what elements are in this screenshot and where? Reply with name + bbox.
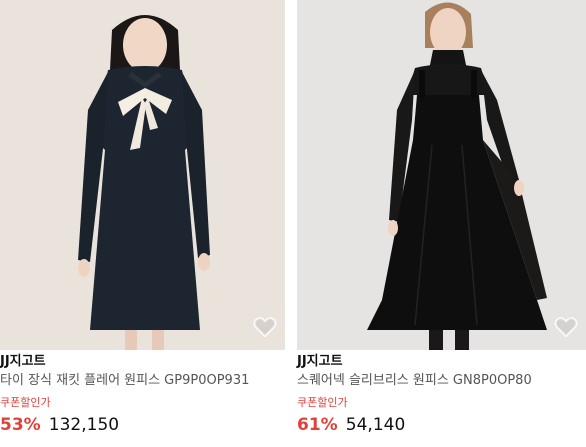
brand-name[interactable]: JJ지고트 [0, 352, 285, 370]
discount-rate: 61% [297, 415, 338, 435]
model-photo [0, 0, 285, 350]
model-photo [297, 0, 586, 350]
product-card[interactable]: JJ지고트 스퀘어넥 슬리브리스 원피스 GN8P0OP80 쿠폰할인가 61%… [297, 0, 586, 447]
coupon-price-label: 쿠폰할인가 [297, 396, 348, 409]
product-grid: JJ지고트 타이 장식 재킷 플레어 원피스 GP9P0OP931 쿠폰할인가 … [0, 0, 586, 447]
product-image[interactable] [297, 0, 586, 350]
wishlist-heart-icon[interactable] [554, 316, 578, 338]
product-info: JJ지고트 스퀘어넥 슬리브리스 원피스 GN8P0OP80 쿠폰할인가 61%… [297, 352, 586, 438]
sale-price: 132,150 [48, 415, 120, 435]
product-info: JJ지고트 타이 장식 재킷 플레어 원피스 GP9P0OP931 쿠폰할인가 … [0, 352, 285, 438]
discount-rate: 53% [0, 415, 41, 435]
sale-price: 54,140 [345, 415, 406, 435]
product-name[interactable]: 타이 장식 재킷 플레어 원피스 GP9P0OP931 [0, 370, 285, 392]
brand-name[interactable]: JJ지고트 [297, 352, 586, 370]
product-name[interactable]: 스퀘어넥 슬리브리스 원피스 GN8P0OP80 [297, 370, 586, 392]
wishlist-heart-icon[interactable] [253, 316, 277, 338]
product-card[interactable]: JJ지고트 타이 장식 재킷 플레어 원피스 GP9P0OP931 쿠폰할인가 … [0, 0, 285, 447]
coupon-price-label: 쿠폰할인가 [0, 396, 51, 409]
price-row: 53% 132,150 [0, 412, 285, 438]
product-image[interactable] [0, 0, 285, 350]
price-row: 61% 54,140 [297, 412, 586, 438]
